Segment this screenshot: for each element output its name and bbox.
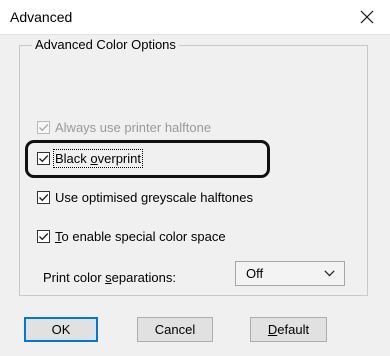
close-icon [360, 10, 374, 24]
special-color-space-option[interactable]: To enable special color space [37, 227, 226, 245]
always-use-printer-halftone-label: Always use printer halftone [55, 119, 212, 135]
title-bar: Advanced [0, 0, 390, 34]
access-key: D [267, 322, 278, 337]
label-part: Black [55, 150, 91, 166]
window-title: Advanced [10, 9, 73, 25]
group-title: Advanced Color Options [32, 37, 179, 52]
checkmark-icon [39, 193, 49, 201]
print-color-separations-label: Print color separations: [43, 270, 176, 285]
always-use-printer-halftone-checkbox [37, 120, 50, 134]
default-button[interactable]: Default [250, 317, 327, 342]
black-overprint-checkbox[interactable] [37, 151, 50, 165]
default-button-label: Default [268, 322, 309, 337]
print-color-separations-select[interactable]: Off [235, 261, 345, 286]
optimised-greyscale-halftones-label[interactable]: Use optimised greyscale halftones [55, 190, 253, 205]
close-button[interactable] [344, 0, 390, 34]
black-overprint-label[interactable]: Black overprint [53, 148, 143, 168]
label-part: Use optimised [55, 189, 141, 205]
optimised-greyscale-halftones-option[interactable]: Use optimised greyscale halftones [37, 188, 253, 206]
ok-button-label: OK [51, 322, 71, 337]
special-color-space-label[interactable]: To enable special color space [55, 229, 226, 244]
checkmark-icon [39, 123, 49, 131]
chevron-down-icon [324, 270, 335, 277]
cancel-button-label: Cancel [154, 322, 196, 337]
ok-button[interactable]: OK [24, 317, 98, 342]
select-value: Off [246, 266, 264, 281]
cancel-button[interactable]: Cancel [137, 317, 213, 342]
label-part: reyscale halftones [148, 189, 253, 205]
black-overprint-option[interactable]: Black overprint [37, 148, 143, 168]
advanced-color-options-group [19, 45, 368, 296]
checkmark-icon [39, 154, 49, 162]
optimised-greyscale-halftones-checkbox[interactable] [37, 190, 50, 204]
always-use-printer-halftone-option: Always use printer halftone [37, 118, 211, 136]
label-part: o enable special color space [61, 228, 226, 244]
access-key: o [90, 150, 98, 166]
label-part: efault [277, 322, 310, 337]
label-part: Print color [43, 270, 106, 285]
label-part: verprint [97, 150, 141, 166]
special-color-space-checkbox[interactable] [37, 229, 50, 243]
label-part: eparations: [111, 270, 176, 285]
checkmark-icon [39, 232, 49, 240]
